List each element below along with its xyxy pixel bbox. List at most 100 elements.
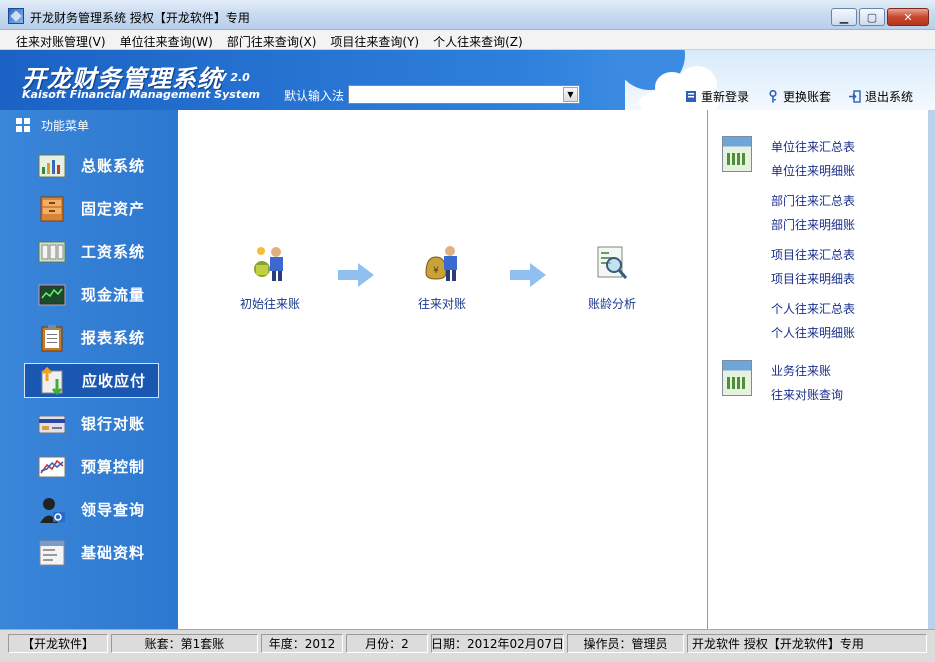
sidebar-item-general-ledger[interactable]: 总账系统: [24, 148, 159, 183]
exit-icon: [848, 90, 861, 103]
menu-personal-query[interactable]: 个人往来查询(Z): [429, 30, 527, 49]
status-month: 月份：2: [346, 634, 428, 653]
app-icon: [8, 8, 24, 24]
sidebar-header-label: 功能菜单: [41, 118, 90, 133]
exit-label: 退出系统: [864, 90, 913, 104]
aging-analysis-icon: [597, 246, 628, 279]
arrow-right-icon: [510, 263, 546, 287]
brand-subtitle: Kaisoft Financial Management System: [22, 88, 260, 101]
salary-icon: [38, 241, 66, 262]
window-titlebar: 开龙财务管理系统 授权【开龙软件】专用 ▁ ▢ ✕: [0, 0, 935, 30]
budget-chart-icon: [38, 456, 66, 477]
report-table-icon: [722, 360, 752, 396]
menu-unit-query[interactable]: 单位往来查询(W): [116, 30, 217, 49]
sidebar-item-cash-flow[interactable]: 现金流量: [24, 277, 159, 312]
maximize-icon: ▢: [866, 10, 878, 24]
window-controls: ▁ ▢ ✕: [831, 8, 929, 26]
report-table-icon: [722, 136, 752, 172]
bank-card-icon: [38, 415, 66, 433]
sidebar-item-label: 预算控制: [81, 458, 146, 476]
sidebar-item-basic-data[interactable]: 基础资料: [24, 535, 159, 570]
maximize-button[interactable]: ▢: [859, 8, 885, 26]
sidebar-item-label: 银行对账: [81, 415, 146, 433]
link-personal-summary[interactable]: 个人往来汇总表: [771, 300, 855, 317]
switch-account-label: 更换账套: [782, 90, 831, 104]
link-project-detail[interactable]: 项目往来明细表: [771, 270, 855, 287]
flow-initial-account[interactable]: 初始往来账: [220, 243, 320, 312]
status-account-set: 账套：第1套账: [111, 634, 258, 653]
flow-aging-analysis[interactable]: 账龄分析: [562, 243, 662, 312]
switch-account-button[interactable]: 更换账套: [767, 88, 831, 105]
sidebar-item-label: 基础资料: [81, 544, 146, 562]
clipboard-icon: [41, 324, 63, 351]
sidebar-item-label: 固定资产: [81, 200, 146, 218]
flow-label: 初始往来账: [239, 297, 300, 311]
exit-button[interactable]: 退出系统: [848, 88, 913, 105]
menu-department-query[interactable]: 部门往来查询(X): [223, 30, 321, 49]
grid-menu-icon: [16, 118, 30, 132]
link-project-summary[interactable]: 项目往来汇总表: [771, 246, 855, 263]
ledger-icon: [38, 154, 66, 177]
link-unit-summary[interactable]: 单位往来汇总表: [771, 138, 855, 155]
sidebar-item-label: 现金流量: [81, 286, 146, 304]
sidebar-header: 功能菜单: [0, 110, 178, 140]
close-button[interactable]: ✕: [887, 8, 929, 26]
sidebar-item-budget[interactable]: 预算控制: [24, 449, 159, 484]
initial-account-icon: [254, 247, 283, 281]
top-actions: 重新登录 更换账套 退出系统: [685, 88, 913, 105]
sidebar-item-reports[interactable]: 报表系统: [24, 320, 159, 355]
status-date: 日期：2012年02月07日: [431, 634, 564, 653]
link-business-account[interactable]: 业务往来账: [771, 362, 831, 379]
ime-select[interactable]: ▼: [348, 85, 580, 104]
header-banner: 开龙财务管理系统 V 2.0 Kaisoft Financial Managem…: [0, 50, 935, 110]
sidebar-item-salary[interactable]: 工资系统: [24, 234, 159, 269]
link-department-detail[interactable]: 部门往来明细账: [771, 216, 855, 233]
menu-bar: 往来对账管理(V) 单位往来查询(W) 部门往来查询(X) 项目往来查询(Y) …: [0, 30, 935, 50]
basic-data-icon: [39, 540, 65, 565]
menu-reconcile-management[interactable]: 往来对账管理(V): [12, 30, 110, 49]
status-company: 【开龙软件】: [8, 634, 108, 653]
status-operator: 操作员：管理员: [567, 634, 684, 653]
cabinet-icon: [40, 196, 64, 221]
relogin-label: 重新登录: [700, 90, 749, 104]
sidebar-item-leader-query[interactable]: 领导查询: [24, 492, 159, 527]
status-license: 开龙软件 授权【开龙软件】专用: [687, 634, 927, 653]
link-personal-detail[interactable]: 个人往来明细账: [771, 324, 855, 341]
report-links-panel: 单位往来汇总表 单位往来明细账 部门往来汇总表 部门往来明细账 项目往来汇总表 …: [707, 110, 928, 629]
minimize-button[interactable]: ▁: [831, 8, 857, 26]
brand-version: V 2.0: [218, 71, 250, 84]
sidebar-item-label: 报表系统: [81, 329, 146, 347]
sidebar-item-label: 应收应付: [82, 372, 147, 390]
link-reconcile-query[interactable]: 往来对账查询: [771, 386, 843, 403]
window-title: 开龙财务管理系统 授权【开龙软件】专用: [30, 11, 250, 25]
reconcile-icon: ¥: [425, 246, 457, 281]
sidebar-item-label: 工资系统: [81, 243, 146, 261]
chevron-down-icon[interactable]: ▼: [563, 87, 578, 102]
menu-project-query[interactable]: 项目往来查询(Y): [326, 30, 423, 49]
close-icon: ✕: [903, 10, 913, 24]
status-bar: 【开龙软件】 账套：第1套账 年度：2012 月份：2 日期：2012年02月0…: [0, 629, 935, 662]
sidebar-item-fixed-assets[interactable]: 固定资产: [24, 191, 159, 226]
flow-reconcile[interactable]: ¥ 往来对账: [392, 243, 492, 312]
link-department-summary[interactable]: 部门往来汇总表: [771, 192, 855, 209]
flow-label: 账龄分析: [587, 297, 636, 311]
sidebar-item-bank-reconcile[interactable]: 银行对账: [24, 406, 159, 441]
relogin-button[interactable]: 重新登录: [685, 88, 749, 105]
relogin-icon: [685, 91, 696, 102]
cashflow-icon: [38, 284, 66, 305]
svg-text:¥: ¥: [433, 266, 439, 276]
function-sidebar: 功能菜单 总账系统 固定资产 工资系统 现金流量 报表系统 应收应付 银行对账 …: [0, 110, 178, 629]
sidebar-item-receivables[interactable]: 应收应付: [24, 363, 159, 398]
minimize-icon: ▁: [839, 10, 849, 24]
arrow-right-icon: [338, 263, 374, 287]
key-icon: [769, 90, 777, 103]
sidebar-item-label: 总账系统: [81, 157, 146, 175]
status-year: 年度：2012: [261, 634, 343, 653]
link-unit-detail[interactable]: 单位往来明细账: [771, 162, 855, 179]
ime-label: 默认输入法: [284, 89, 345, 103]
flow-label: 往来对账: [417, 297, 466, 311]
main-content: 初始往来账 ¥ 往来对账 账龄分析: [178, 110, 707, 629]
window-right-border: [928, 110, 935, 629]
sidebar-item-label: 领导查询: [81, 501, 146, 519]
receivable-icon: [41, 366, 63, 395]
